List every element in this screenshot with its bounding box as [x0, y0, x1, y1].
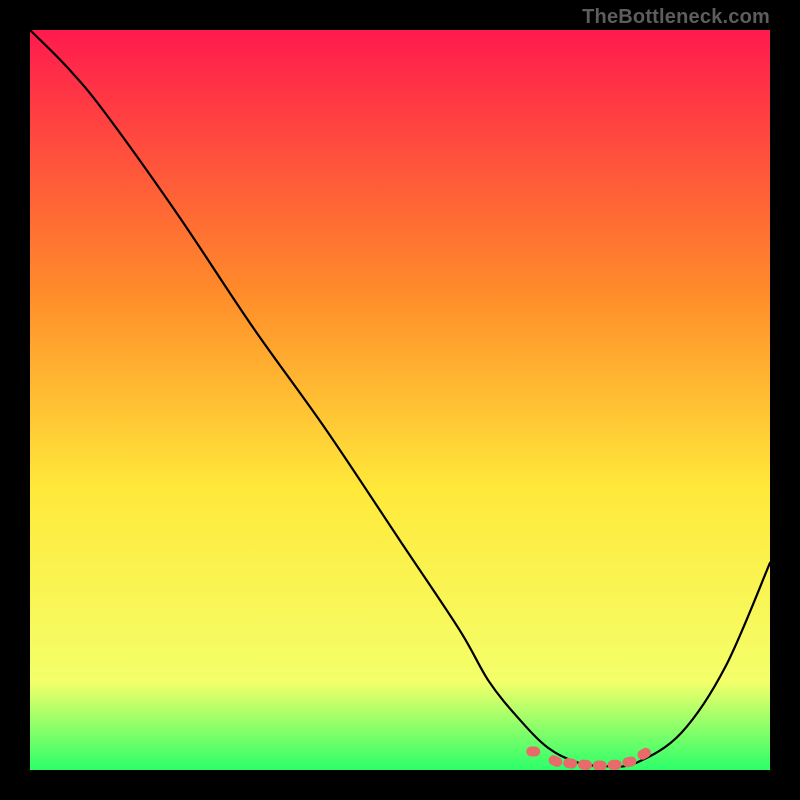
optimal-range-markers — [526, 746, 653, 770]
plot-area — [30, 30, 770, 770]
marker-dot — [607, 759, 621, 770]
marker-dot — [526, 747, 540, 757]
watermark-text: TheBottleneck.com — [582, 6, 770, 29]
chart-frame: TheBottleneck.com — [0, 0, 800, 800]
marker-dot — [578, 759, 593, 770]
marker-dot — [636, 746, 653, 762]
marker-dot — [563, 757, 578, 769]
bottleneck-curve — [30, 30, 770, 767]
chart-overlay — [30, 30, 770, 770]
marker-dot — [593, 760, 607, 770]
